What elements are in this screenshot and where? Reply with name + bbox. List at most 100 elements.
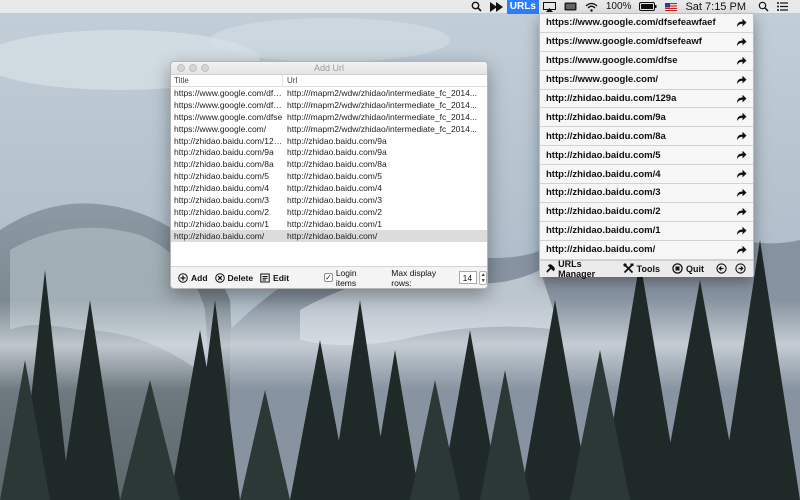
tools-button[interactable]: Tools: [623, 263, 660, 274]
dropdown-url-item[interactable]: https://www.google.com/dfsefeawfaef: [540, 14, 753, 33]
window-title: Add Url: [313, 63, 344, 73]
dropdown-url-item[interactable]: http://zhidao.baidu.com/5: [540, 146, 753, 166]
table-row[interactable]: http://zhidao.baidu.com/129a http://zhida…: [171, 135, 487, 147]
open-link-arrow-icon[interactable]: [736, 94, 747, 104]
dropdown-url-item[interactable]: http://zhidao.baidu.com/: [540, 240, 753, 260]
add-button[interactable]: Add: [178, 273, 208, 283]
open-link-arrow-icon[interactable]: [736, 188, 747, 198]
row-url-cell: http://zhidao.baidu.com/9a: [287, 135, 387, 146]
table-row[interactable]: http://zhidao.baidu.com/9a http://zhidao.…: [171, 146, 487, 158]
row-title-cell: http://zhidao.baidu.com/129a: [174, 135, 283, 146]
quit-button[interactable]: Quit: [672, 263, 704, 274]
row-url-cell: http:///mapm2/wdw/zhidao/intermediate_fc…: [287, 99, 477, 110]
open-link-arrow-icon[interactable]: [736, 150, 747, 160]
edit-document-icon: [260, 273, 270, 282]
airplay-icon[interactable]: [539, 0, 560, 14]
urls-manager-label: URLs Manager: [558, 258, 596, 279]
table-row[interactable]: https://www.google.com/dfsefeawfaef http:…: [171, 87, 487, 99]
battery-percent[interactable]: 100%: [602, 0, 636, 14]
tools-icon: [623, 263, 634, 274]
row-url-cell: http://zhidao.baidu.com/8a: [287, 159, 387, 170]
plus-circle-icon: [178, 272, 188, 283]
dropdown-url-label: http://zhidao.baidu.com/3: [546, 187, 661, 199]
dropdown-url-item[interactable]: http://zhidao.baidu.com/4: [540, 165, 753, 185]
edit-button[interactable]: Edit: [260, 273, 289, 283]
fast-forward-icon[interactable]: [486, 0, 507, 14]
us-flag-icon[interactable]: [661, 0, 681, 14]
open-link-arrow-icon[interactable]: [736, 37, 747, 47]
urls-menu-extra[interactable]: URLs: [506, 0, 539, 14]
dropdown-url-item[interactable]: http://zhidao.baidu.com/129a: [540, 89, 753, 109]
open-link-arrow-icon[interactable]: [736, 112, 747, 122]
close-button[interactable]: [177, 64, 185, 72]
open-link-arrow-icon[interactable]: [736, 18, 747, 28]
display-icon[interactable]: [560, 0, 581, 14]
table-row[interactable]: http://zhidao.baidu.com/4 http://zhidao.b…: [171, 182, 487, 194]
dropdown-url-item[interactable]: https://www.google.com/dfsefeawf: [540, 32, 753, 52]
window-titlebar[interactable]: Add Url: [171, 62, 487, 75]
table-row[interactable]: http://zhidao.baidu.com/5 http://zhidao.b…: [171, 170, 487, 182]
open-link-arrow-icon[interactable]: [736, 131, 747, 141]
table-row[interactable]: http://zhidao.baidu.com/3 http://zhidao.b…: [171, 194, 487, 206]
dropdown-url-item[interactable]: http://zhidao.baidu.com/9a: [540, 108, 753, 128]
minimize-button[interactable]: [189, 64, 197, 72]
table-row[interactable]: https://www.google.com/dfsefeawf http:///…: [171, 99, 487, 111]
column-header-url[interactable]: Url: [283, 75, 487, 87]
delete-button-label: Delete: [227, 272, 254, 283]
urls-dropdown-menu: https://www.google.com/dfsefeawfaef https…: [539, 13, 754, 279]
table-row[interactable]: https://www.google.com/http:///mapm2/wdw…: [171, 123, 487, 135]
table-row[interactable]: http://zhidao.baidu.com/2 http://zhidao.b…: [171, 206, 487, 218]
stepper-down-icon[interactable]: ▼: [481, 278, 486, 284]
wifi-icon[interactable]: [581, 0, 602, 14]
row-url-cell: http:///mapm2/wdw/zhidao/intermediate_fc…: [287, 111, 477, 122]
open-link-arrow-icon[interactable]: [736, 75, 747, 85]
manager-icon: [546, 264, 555, 273]
delete-button[interactable]: Delete: [214, 272, 254, 283]
page-navigation: [716, 263, 753, 274]
table-row[interactable]: http://zhidao.baidu.com/http://zhidao.ba…: [171, 229, 487, 242]
table-row[interactable]: http://zhidao.baidu.com/8a http://zhidao.…: [171, 158, 487, 170]
row-url-cell: http://zhidao.baidu.com/2: [287, 206, 382, 217]
dropdown-url-item[interactable]: http://zhidao.baidu.com/8a: [540, 127, 753, 147]
previous-page-icon[interactable]: [716, 263, 727, 274]
open-link-arrow-icon[interactable]: [736, 226, 747, 236]
dropdown-url-item[interactable]: http://zhidao.baidu.com/2: [540, 202, 753, 222]
login-items-label: Login items: [335, 267, 357, 288]
open-link-arrow-icon[interactable]: [736, 56, 747, 66]
dropdown-url-label: http://zhidao.baidu.com/1: [546, 225, 661, 237]
dropdown-url-label: http://zhidao.baidu.com/5: [546, 149, 661, 161]
quit-icon: [672, 263, 683, 274]
menu-toolbar: URLs Manager Tools Quit: [540, 259, 753, 279]
menubar-clock[interactable]: Sat 7:15 PM: [681, 0, 754, 14]
spotlight-icon[interactable]: [754, 0, 773, 14]
dropdown-url-item[interactable]: http://zhidao.baidu.com/3: [540, 184, 753, 203]
open-link-arrow-icon[interactable]: [736, 169, 747, 179]
login-items-checkbox[interactable]: ✓ Login items: [324, 268, 375, 288]
max-rows-stepper[interactable]: ▲ ▼: [479, 270, 487, 285]
row-title-cell: http://zhidao.baidu.com/9a: [174, 147, 274, 158]
tools-label: Tools: [636, 263, 660, 274]
dropdown-url-item[interactable]: http://zhidao.baidu.com/1: [540, 221, 753, 241]
urls-manager-button[interactable]: URLs Manager: [546, 259, 611, 279]
search-extra-icon[interactable]: [467, 0, 486, 14]
table-row[interactable]: http://zhidao.baidu.com/1 http://zhidao.b…: [171, 218, 487, 230]
max-rows-field[interactable]: 14: [458, 271, 478, 284]
dropdown-url-item[interactable]: https://www.google.com/dfse: [540, 51, 753, 71]
open-link-arrow-icon[interactable]: [736, 207, 747, 217]
next-page-icon[interactable]: [735, 263, 746, 274]
edit-button-label: Edit: [273, 272, 290, 283]
dropdown-url-item[interactable]: https://www.google.com/: [540, 70, 753, 90]
table-row[interactable]: https://www.google.com/dfse http:///mapm2…: [171, 111, 487, 123]
zoom-button[interactable]: [201, 64, 209, 72]
battery-icon[interactable]: [635, 0, 661, 14]
add-button-label: Add: [191, 272, 208, 283]
window-controls: [177, 64, 209, 72]
column-header-title[interactable]: Title: [171, 74, 283, 87]
checkbox-box[interactable]: ✓: [324, 273, 333, 282]
open-link-arrow-icon[interactable]: [736, 245, 747, 255]
dropdown-url-label: https://www.google.com/dfsefeawfaef: [546, 17, 716, 29]
notification-center-icon[interactable]: [773, 0, 800, 14]
row-title-cell: http://zhidao.baidu.com/2: [174, 206, 269, 217]
row-url-cell: http://zhidao.baidu.com/4: [287, 183, 382, 194]
row-url-cell: http:///mapm2/wdw/zhidao/intermediate_fc…: [287, 87, 477, 98]
